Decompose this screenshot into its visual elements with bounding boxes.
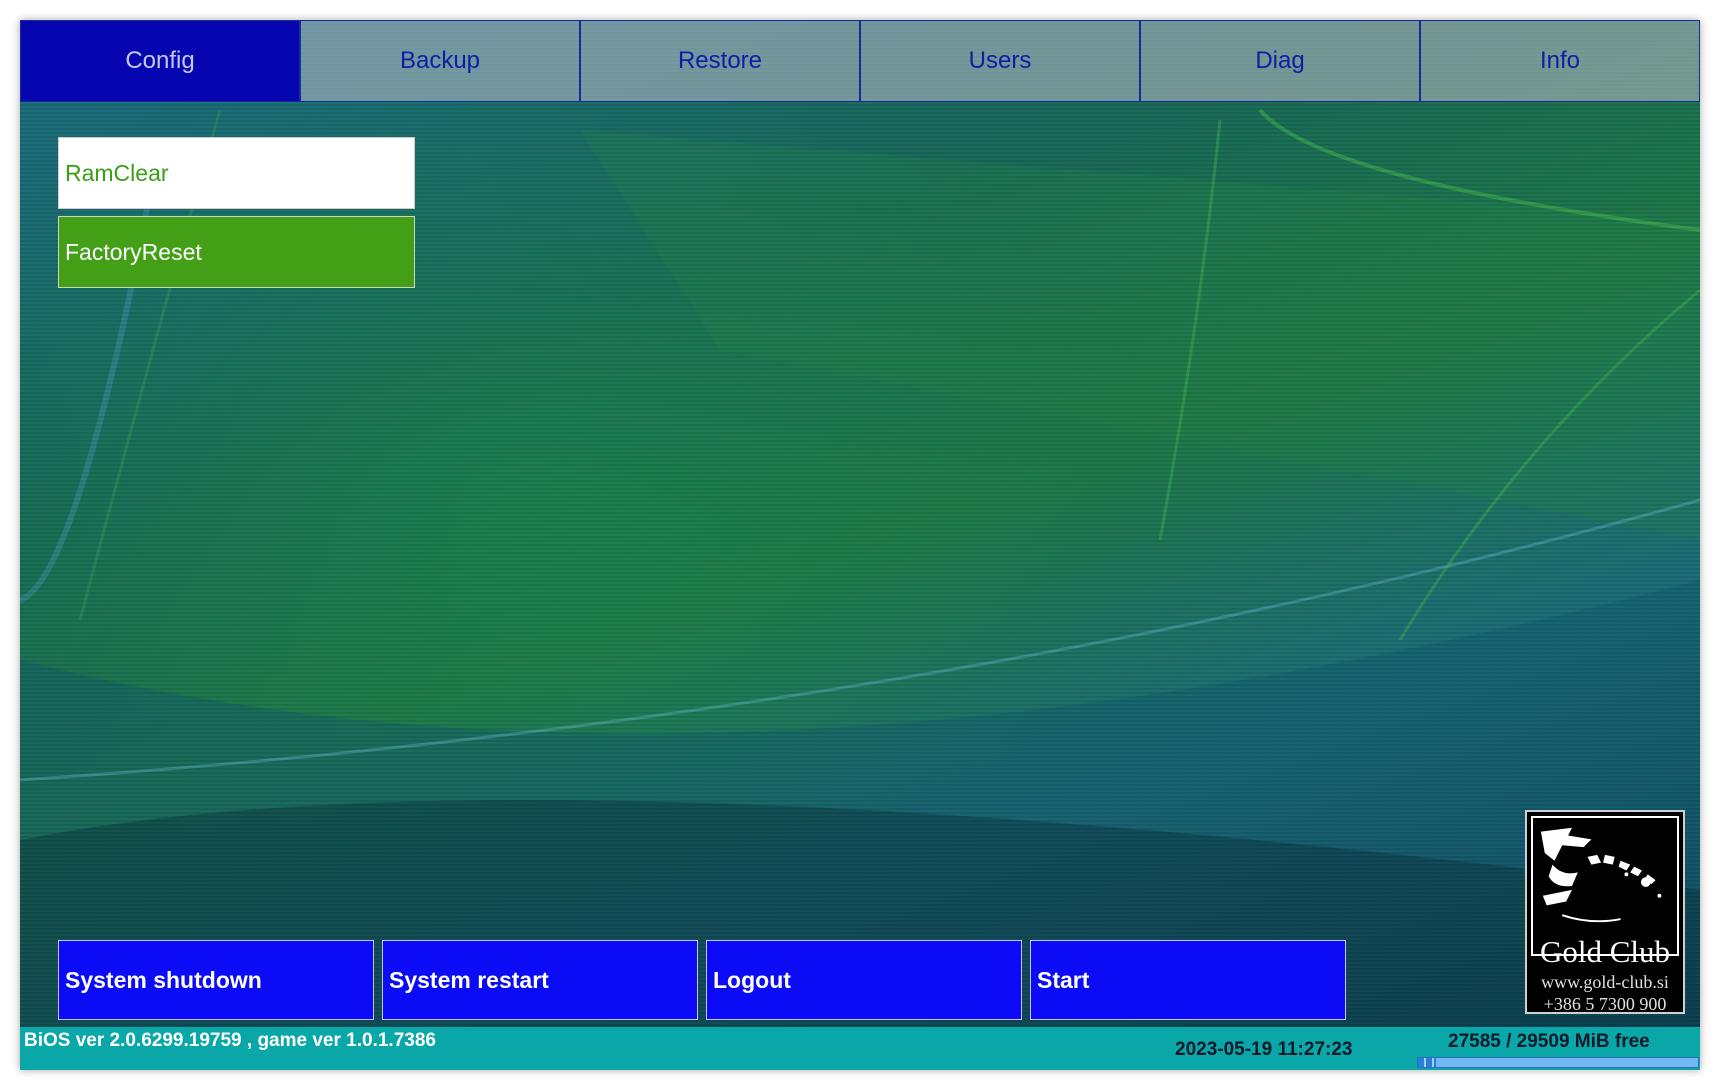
factory-reset-button[interactable]: FactoryReset <box>58 216 415 288</box>
memory-text: 27585 / 29509 MiB free <box>1448 1031 1650 1052</box>
logout-button[interactable]: Logout <box>706 940 1022 1020</box>
logo-phone: +386 5 7300 900 <box>1543 994 1667 1014</box>
tab-diag[interactable]: Diag <box>1140 20 1420 102</box>
tab-users[interactable]: Users <box>860 20 1140 102</box>
tab-config[interactable]: Config <box>20 20 300 102</box>
tab-restore[interactable]: Restore <box>580 20 860 102</box>
memory-usage-bar <box>1417 1057 1699 1068</box>
system-restart-button[interactable]: System restart <box>382 940 698 1020</box>
tab-bar: Config Backup Restore Users Diag Info <box>20 20 1700 104</box>
ramclear-button[interactable]: RamClear <box>58 137 415 209</box>
gold-club-logo: Gold Club www.gold-club.si +386 5 7300 9… <box>1525 810 1685 1014</box>
system-shutdown-button[interactable]: System shutdown <box>58 940 374 1020</box>
main-window: Config Backup Restore Users Diag Info Ra… <box>20 20 1700 1070</box>
logo-name: Gold Club <box>1539 934 1671 969</box>
logo-website: www.gold-club.si <box>1541 972 1669 992</box>
datetime-text: 2023-05-19 11:27:23 <box>1175 1039 1353 1060</box>
tab-info[interactable]: Info <box>1420 20 1700 102</box>
status-bar: BiOS ver 2.0.6299.19759 , game ver 1.0.1… <box>20 1027 1700 1070</box>
memory-usage-fill <box>1418 1058 1437 1067</box>
tab-backup[interactable]: Backup <box>300 20 580 102</box>
version-text: BiOS ver 2.0.6299.19759 , game ver 1.0.1… <box>24 1030 436 1051</box>
start-button[interactable]: Start <box>1030 940 1346 1020</box>
